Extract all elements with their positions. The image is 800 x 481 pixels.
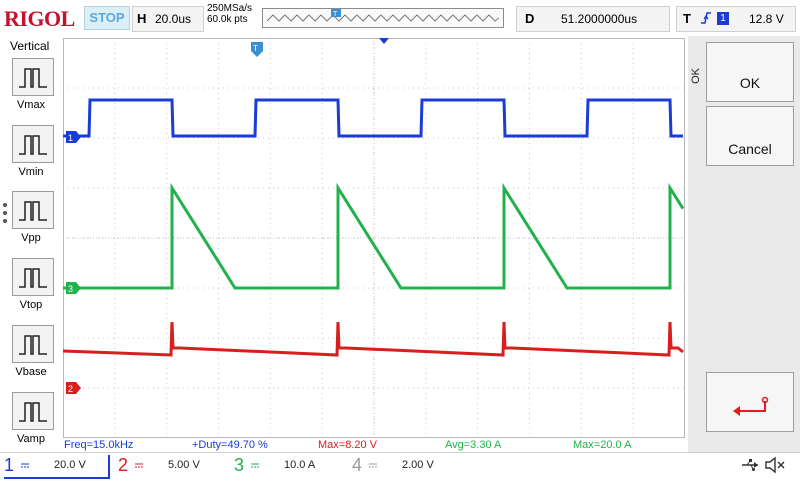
- trigger-level: 12.8 V: [749, 12, 784, 26]
- channel-1-scale[interactable]: 1 20.0 V: [4, 455, 110, 479]
- waveform-overview-icon: T: [266, 9, 500, 22]
- trigger-position-marker[interactable]: T: [250, 42, 264, 61]
- brand-logo: RIGOL: [4, 6, 75, 31]
- ch1-offset-marker[interactable]: 1: [66, 131, 82, 146]
- delay-value: 51.2000000us: [561, 12, 638, 26]
- memory-position-bar[interactable]: T: [262, 8, 504, 28]
- measure-item-vmax[interactable]: [12, 58, 54, 96]
- channel-number: 1: [4, 455, 15, 475]
- coupling-dc-icon: [21, 463, 29, 468]
- measure-item-vbase[interactable]: [12, 325, 54, 363]
- run-stop-status[interactable]: STOP: [84, 6, 130, 30]
- measure-item-vpp[interactable]: [12, 191, 54, 229]
- center-time-marker-icon: [379, 37, 389, 49]
- measurement-value[interactable]: Max=20.0 A: [573, 439, 631, 451]
- menu-title: Vertical: [10, 39, 50, 53]
- memory-depth: 60.0k pts: [207, 14, 248, 25]
- measure-item-label: Vmin: [18, 166, 44, 178]
- enter-button[interactable]: [706, 372, 794, 432]
- sample-rate: 250MSa/s: [207, 3, 253, 14]
- measure-item-label: Vpp: [21, 232, 41, 244]
- waveform-display[interactable]: [63, 38, 685, 438]
- channel-number: 4: [352, 455, 363, 475]
- coupling-dc-icon: [135, 463, 143, 468]
- trigger-key: T: [683, 11, 691, 26]
- channel-4-scale[interactable]: 4 2.00 V: [352, 455, 456, 477]
- timebase-value: 20.0us: [155, 12, 192, 26]
- coupling-dc-icon: [369, 463, 377, 468]
- svg-text:1: 1: [68, 133, 73, 143]
- pulse-min-icon: [19, 135, 47, 155]
- pulse-pp-icon: [19, 201, 47, 221]
- measure-item-vamp[interactable]: [12, 392, 54, 430]
- memory-trigger-marker: T: [333, 11, 338, 18]
- measure-item-label: Vtop: [19, 299, 43, 311]
- cancel-button[interactable]: Cancel: [706, 106, 794, 166]
- speaker-muted-icon[interactable]: [764, 456, 786, 477]
- delay-display[interactable]: D 51.2000000us: [516, 6, 670, 32]
- coupling-dc-icon: [251, 463, 259, 468]
- measurement-value[interactable]: Max=8.20 V: [318, 439, 377, 451]
- measure-item-vmin[interactable]: [12, 125, 54, 163]
- pulse-top-icon: [19, 268, 47, 288]
- channel-scale-value: 20.0 V: [54, 459, 86, 471]
- horizontal-timebase[interactable]: H 20.0us: [132, 6, 204, 32]
- delay-key: D: [525, 11, 535, 26]
- channel-2-scale[interactable]: 2 5.00 V: [118, 455, 222, 477]
- waveform-canvas: [63, 38, 685, 438]
- channel-scale-value: 10.0 A: [284, 459, 316, 471]
- side-ok-label: OK: [690, 68, 702, 84]
- pulse-max-icon: [19, 68, 47, 88]
- measure-item-vtop[interactable]: [12, 258, 54, 296]
- horizontal-key: H: [137, 11, 147, 26]
- channel-scale-value: 5.00 V: [168, 459, 200, 471]
- svg-text:2: 2: [68, 384, 73, 394]
- measure-item-label: Vamp: [17, 433, 45, 445]
- menu-page-dots-icon: [2, 202, 8, 229]
- measurement-value[interactable]: Avg=3.30 A: [445, 439, 501, 451]
- usb-icon: [740, 458, 760, 475]
- pulse-amp-icon: [19, 402, 47, 422]
- svg-text:T: T: [253, 44, 258, 53]
- pulse-base-icon: [19, 335, 47, 355]
- enter-arrow-icon: [733, 396, 769, 416]
- measure-item-label: Vmax: [16, 99, 46, 111]
- acquisition-info: 250MSa/s 60.0k pts: [207, 3, 252, 25]
- rising-edge-icon: [699, 10, 713, 29]
- ch3-offset-marker[interactable]: 3: [66, 282, 82, 297]
- measurement-value[interactable]: +Duty=49.70 %: [192, 439, 268, 451]
- svg-text:3: 3: [68, 284, 73, 294]
- measure-item-label: Vbase: [15, 366, 47, 378]
- ok-button[interactable]: OK: [706, 42, 794, 102]
- channel-number: 2: [118, 455, 129, 475]
- ch2-offset-marker[interactable]: 2: [66, 382, 82, 397]
- measurement-value[interactable]: Freq=15.0kHz: [64, 439, 133, 451]
- channel-3-scale[interactable]: 3 10.0 A: [234, 455, 338, 477]
- trigger-source: 1: [717, 12, 729, 25]
- channel-scale-value: 2.00 V: [402, 459, 434, 471]
- trigger-display[interactable]: T 1 12.8 V: [676, 6, 796, 32]
- channel-number: 3: [234, 455, 245, 475]
